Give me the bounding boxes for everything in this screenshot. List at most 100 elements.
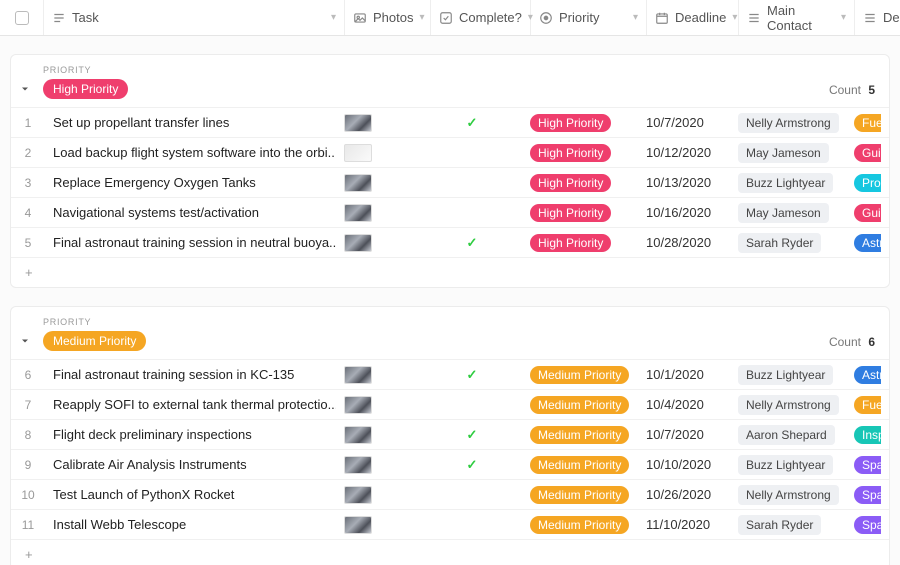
cell-complete[interactable] xyxy=(422,198,522,227)
cell-main-contact[interactable]: May Jameson xyxy=(730,138,846,167)
contact-chip[interactable]: May Jameson xyxy=(738,203,829,223)
cell-priority[interactable]: High Priority xyxy=(522,228,638,257)
table-row[interactable]: 7Reapply SOFI to external tank thermal p… xyxy=(11,389,889,419)
table-row[interactable]: 10Test Launch of PythonX RocketMedium Pr… xyxy=(11,479,889,509)
cell-department[interactable]: Astrona xyxy=(846,360,881,389)
cell-task[interactable]: Install Webb Telescope xyxy=(45,510,336,539)
cell-main-contact[interactable]: Buzz Lightyear xyxy=(730,450,846,479)
cell-main-contact[interactable]: Aaron Shepard xyxy=(730,420,846,449)
table-row[interactable]: 9Calibrate Air Analysis Instruments✓Medi… xyxy=(11,449,889,479)
contact-chip[interactable]: Aaron Shepard xyxy=(738,425,835,445)
photo-thumbnail[interactable] xyxy=(344,456,372,474)
cell-photos[interactable] xyxy=(336,228,422,257)
contact-chip[interactable]: Sarah Ryder xyxy=(738,515,821,535)
cell-photos[interactable] xyxy=(336,480,422,509)
table-row[interactable]: 6Final astronaut training session in KC-… xyxy=(11,359,889,389)
cell-deadline[interactable]: 10/28/2020 xyxy=(638,228,730,257)
cell-deadline[interactable]: 11/10/2020 xyxy=(638,510,730,539)
cell-deadline[interactable]: 10/16/2020 xyxy=(638,198,730,227)
cell-deadline[interactable]: 10/7/2020 xyxy=(638,108,730,137)
cell-photos[interactable] xyxy=(336,360,422,389)
cell-task[interactable]: Calibrate Air Analysis Instruments xyxy=(45,450,336,479)
cell-priority[interactable]: High Priority xyxy=(522,168,638,197)
cell-photos[interactable] xyxy=(336,168,422,197)
cell-main-contact[interactable]: May Jameson xyxy=(730,198,846,227)
cell-department[interactable]: Procure xyxy=(846,168,881,197)
cell-priority[interactable]: High Priority xyxy=(522,108,638,137)
cell-complete[interactable]: ✓ xyxy=(422,360,522,389)
add-row-button[interactable]: + xyxy=(11,257,889,287)
cell-complete[interactable] xyxy=(422,390,522,419)
table-row[interactable]: 11Install Webb TelescopeMedium Priority1… xyxy=(11,509,889,539)
column-header-photos[interactable]: Photos ▾ xyxy=(345,0,431,35)
contact-chip[interactable]: Buzz Lightyear xyxy=(738,173,833,193)
cell-priority[interactable]: High Priority xyxy=(522,198,638,227)
cell-task[interactable]: Replace Emergency Oxygen Tanks xyxy=(45,168,336,197)
cell-photos[interactable] xyxy=(336,510,422,539)
column-header-deadline[interactable]: Deadline ▾ xyxy=(647,0,739,35)
cell-photos[interactable] xyxy=(336,108,422,137)
column-header-task[interactable]: Task ▾ xyxy=(44,0,345,35)
photo-thumbnail[interactable] xyxy=(344,234,372,252)
photo-thumbnail[interactable] xyxy=(344,426,372,444)
cell-task[interactable]: Reapply SOFI to external tank thermal pr… xyxy=(45,390,336,419)
cell-complete[interactable] xyxy=(422,168,522,197)
cell-priority[interactable]: Medium Priority xyxy=(522,390,638,419)
contact-chip[interactable]: Nelly Armstrong xyxy=(738,485,839,505)
cell-department[interactable]: Guidanc xyxy=(846,138,881,167)
cell-photos[interactable] xyxy=(336,420,422,449)
contact-chip[interactable]: Buzz Lightyear xyxy=(738,455,833,475)
column-header-department[interactable]: Depa xyxy=(855,0,900,35)
photo-thumbnail[interactable] xyxy=(344,174,372,192)
cell-deadline[interactable]: 10/13/2020 xyxy=(638,168,730,197)
cell-deadline[interactable]: 10/10/2020 xyxy=(638,450,730,479)
table-row[interactable]: 5Final astronaut training session in neu… xyxy=(11,227,889,257)
cell-deadline[interactable]: 10/26/2020 xyxy=(638,480,730,509)
cell-department[interactable]: Space xyxy=(846,510,881,539)
table-row[interactable]: 4Navigational systems test/activationHig… xyxy=(11,197,889,227)
cell-photos[interactable] xyxy=(336,138,422,167)
cell-department[interactable]: Space xyxy=(846,450,881,479)
cell-task[interactable]: Set up propellant transfer lines xyxy=(45,108,336,137)
cell-task[interactable]: Navigational systems test/activation xyxy=(45,198,336,227)
cell-complete[interactable] xyxy=(422,480,522,509)
cell-priority[interactable]: Medium Priority xyxy=(522,510,638,539)
column-header-complete[interactable]: Complete? ▾ xyxy=(431,0,531,35)
group-priority-pill[interactable]: High Priority xyxy=(43,79,128,99)
cell-deadline[interactable]: 10/12/2020 xyxy=(638,138,730,167)
cell-main-contact[interactable]: Nelly Armstrong xyxy=(730,480,846,509)
cell-photos[interactable] xyxy=(336,450,422,479)
cell-main-contact[interactable]: Sarah Ryder xyxy=(730,228,846,257)
photo-thumbnail[interactable] xyxy=(344,366,372,384)
cell-deadline[interactable]: 10/7/2020 xyxy=(638,420,730,449)
cell-priority[interactable]: High Priority xyxy=(522,138,638,167)
cell-task[interactable]: Test Launch of PythonX Rocket xyxy=(45,480,336,509)
cell-deadline[interactable]: 10/4/2020 xyxy=(638,390,730,419)
cell-main-contact[interactable]: Buzz Lightyear xyxy=(730,360,846,389)
cell-task[interactable]: Flight deck preliminary inspections xyxy=(45,420,336,449)
cell-complete[interactable] xyxy=(422,510,522,539)
table-row[interactable]: 3Replace Emergency Oxygen TanksHigh Prio… xyxy=(11,167,889,197)
cell-photos[interactable] xyxy=(336,198,422,227)
photo-thumbnail[interactable] xyxy=(344,486,372,504)
photo-thumbnail[interactable] xyxy=(344,114,372,132)
group-collapse-toggle[interactable] xyxy=(19,335,31,347)
column-header-priority[interactable]: Priority ▾ xyxy=(531,0,647,35)
cell-complete[interactable]: ✓ xyxy=(422,420,522,449)
photo-thumbnail[interactable] xyxy=(344,144,372,162)
select-all-checkbox[interactable] xyxy=(0,0,44,35)
group-collapse-toggle[interactable] xyxy=(19,83,31,95)
cell-department[interactable]: Fueling xyxy=(846,108,881,137)
contact-chip[interactable]: Nelly Armstrong xyxy=(738,113,839,133)
column-header-main-contact[interactable]: Main Contact ▾ xyxy=(739,0,855,35)
cell-department[interactable]: Inspect xyxy=(846,420,881,449)
cell-main-contact[interactable]: Buzz Lightyear xyxy=(730,168,846,197)
cell-task[interactable]: Final astronaut training session in KC-1… xyxy=(45,360,336,389)
contact-chip[interactable]: Sarah Ryder xyxy=(738,233,821,253)
cell-complete[interactable]: ✓ xyxy=(422,450,522,479)
table-row[interactable]: 1Set up propellant transfer lines✓High P… xyxy=(11,107,889,137)
contact-chip[interactable]: Buzz Lightyear xyxy=(738,365,833,385)
cell-priority[interactable]: Medium Priority xyxy=(522,420,638,449)
contact-chip[interactable]: May Jameson xyxy=(738,143,829,163)
cell-main-contact[interactable]: Nelly Armstrong xyxy=(730,108,846,137)
